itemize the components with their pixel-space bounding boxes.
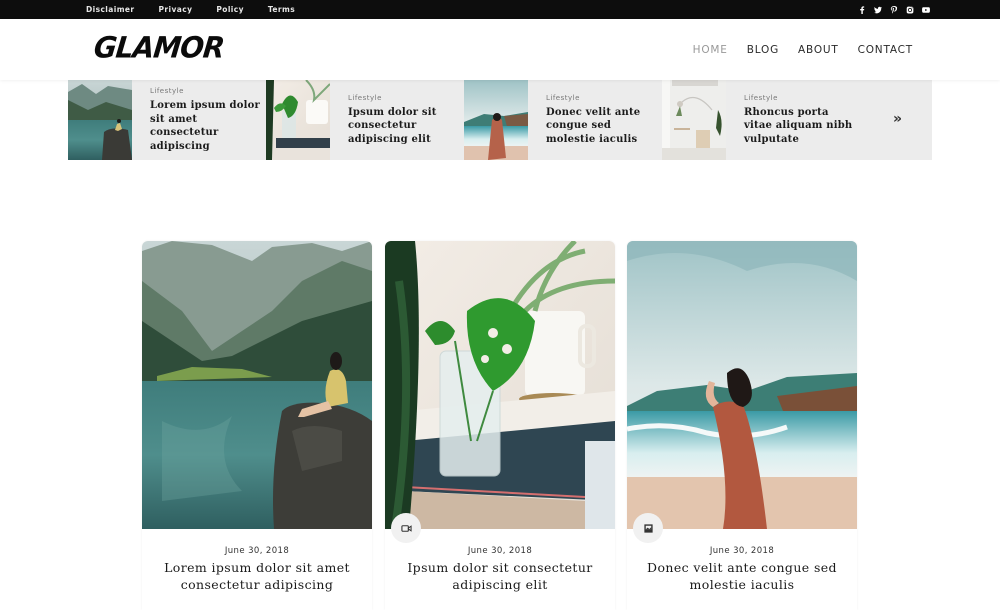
featured-post-title[interactable]: Donec velit ante congue sed molestie iac…: [546, 106, 656, 147]
nav-contact[interactable]: CONTACT: [858, 44, 913, 56]
video-format-badge[interactable]: [391, 513, 421, 543]
post-card: June 30, 2018 Donec velit ante congue se…: [627, 241, 857, 610]
gallery-icon: [643, 523, 653, 533]
post-image[interactable]: [627, 241, 857, 529]
top-link-privacy[interactable]: Privacy: [159, 5, 193, 14]
instagram-icon[interactable]: [906, 5, 914, 15]
nav-blog[interactable]: BLOG: [747, 44, 779, 56]
video-icon: [400, 524, 412, 532]
gallery-format-badge[interactable]: [633, 513, 663, 543]
featured-post[interactable]: Lifestyle Donec velit ante congue sed mo…: [464, 80, 662, 160]
post-image[interactable]: [385, 241, 615, 529]
featured-post-category[interactable]: Lifestyle: [744, 94, 854, 102]
featured-post-title[interactable]: Ipsum dolor sit consectetur adipiscing e…: [348, 106, 458, 147]
featured-post-text: Lifestyle Lorem ipsum dolor sit amet con…: [132, 80, 260, 160]
featured-post[interactable]: Lifestyle Ipsum dolor sit consectetur ad…: [266, 80, 464, 160]
featured-post-image[interactable]: [662, 80, 726, 160]
social-links: [858, 0, 930, 19]
double-chevron-right-icon[interactable]: »: [893, 111, 902, 127]
post-image[interactable]: [142, 241, 372, 529]
top-link-terms[interactable]: Terms: [268, 5, 295, 14]
featured-post-category[interactable]: Lifestyle: [150, 87, 260, 95]
youtube-icon[interactable]: [922, 5, 930, 15]
post-date: June 30, 2018: [224, 546, 290, 556]
top-link-policy[interactable]: Policy: [216, 5, 244, 14]
featured-post-image[interactable]: [266, 80, 330, 160]
main-nav: HOME BLOG ABOUT CONTACT: [693, 19, 913, 80]
featured-post-text: Lifestyle Ipsum dolor sit consectetur ad…: [330, 80, 458, 160]
pinterest-icon[interactable]: [890, 5, 898, 15]
nav-home[interactable]: HOME: [693, 44, 728, 56]
featured-post[interactable]: Lifestyle Lorem ipsum dolor sit amet con…: [68, 80, 266, 160]
site-header: GLAMOR HOME BLOG ABOUT CONTACT: [0, 19, 1000, 80]
featured-post-image[interactable]: [68, 80, 132, 160]
featured-post-title[interactable]: Lorem ipsum dolor sit amet consectetur a…: [150, 99, 260, 153]
featured-post[interactable]: Lifestyle Rhoncus porta vitae aliquam ni…: [662, 80, 860, 160]
site-logo[interactable]: GLAMOR: [92, 30, 225, 65]
post-title[interactable]: Donec velit ante congue sed molestie iac…: [637, 559, 847, 593]
post-card: June 30, 2018 Lorem ipsum dolor sit amet…: [142, 241, 372, 610]
featured-post-category[interactable]: Lifestyle: [546, 94, 656, 102]
facebook-icon[interactable]: [858, 5, 866, 15]
featured-post-text: Lifestyle Donec velit ante congue sed mo…: [528, 80, 656, 160]
featured-post-image[interactable]: [464, 80, 528, 160]
post-date: June 30, 2018: [467, 546, 533, 556]
top-links: Disclaimer Privacy Policy Terms: [86, 0, 319, 19]
post-title[interactable]: Lorem ipsum dolor sit amet consectetur a…: [152, 559, 362, 593]
post-card: June 30, 2018 Ipsum dolor sit consectetu…: [385, 241, 615, 610]
top-bar: Disclaimer Privacy Policy Terms: [0, 0, 1000, 19]
post-title[interactable]: Ipsum dolor sit consectetur adipiscing e…: [395, 559, 605, 593]
featured-post-category[interactable]: Lifestyle: [348, 94, 458, 102]
featured-post-title[interactable]: Rhoncus porta vitae aliquam nibh vulputa…: [744, 106, 854, 147]
featured-posts-strip: Lifestyle Lorem ipsum dolor sit amet con…: [68, 80, 932, 160]
top-link-disclaimer[interactable]: Disclaimer: [86, 5, 135, 14]
twitter-icon[interactable]: [874, 5, 882, 15]
featured-post-text: Lifestyle Rhoncus porta vitae aliquam ni…: [726, 80, 854, 160]
post-date: June 30, 2018: [709, 546, 775, 556]
nav-about[interactable]: ABOUT: [798, 44, 839, 56]
